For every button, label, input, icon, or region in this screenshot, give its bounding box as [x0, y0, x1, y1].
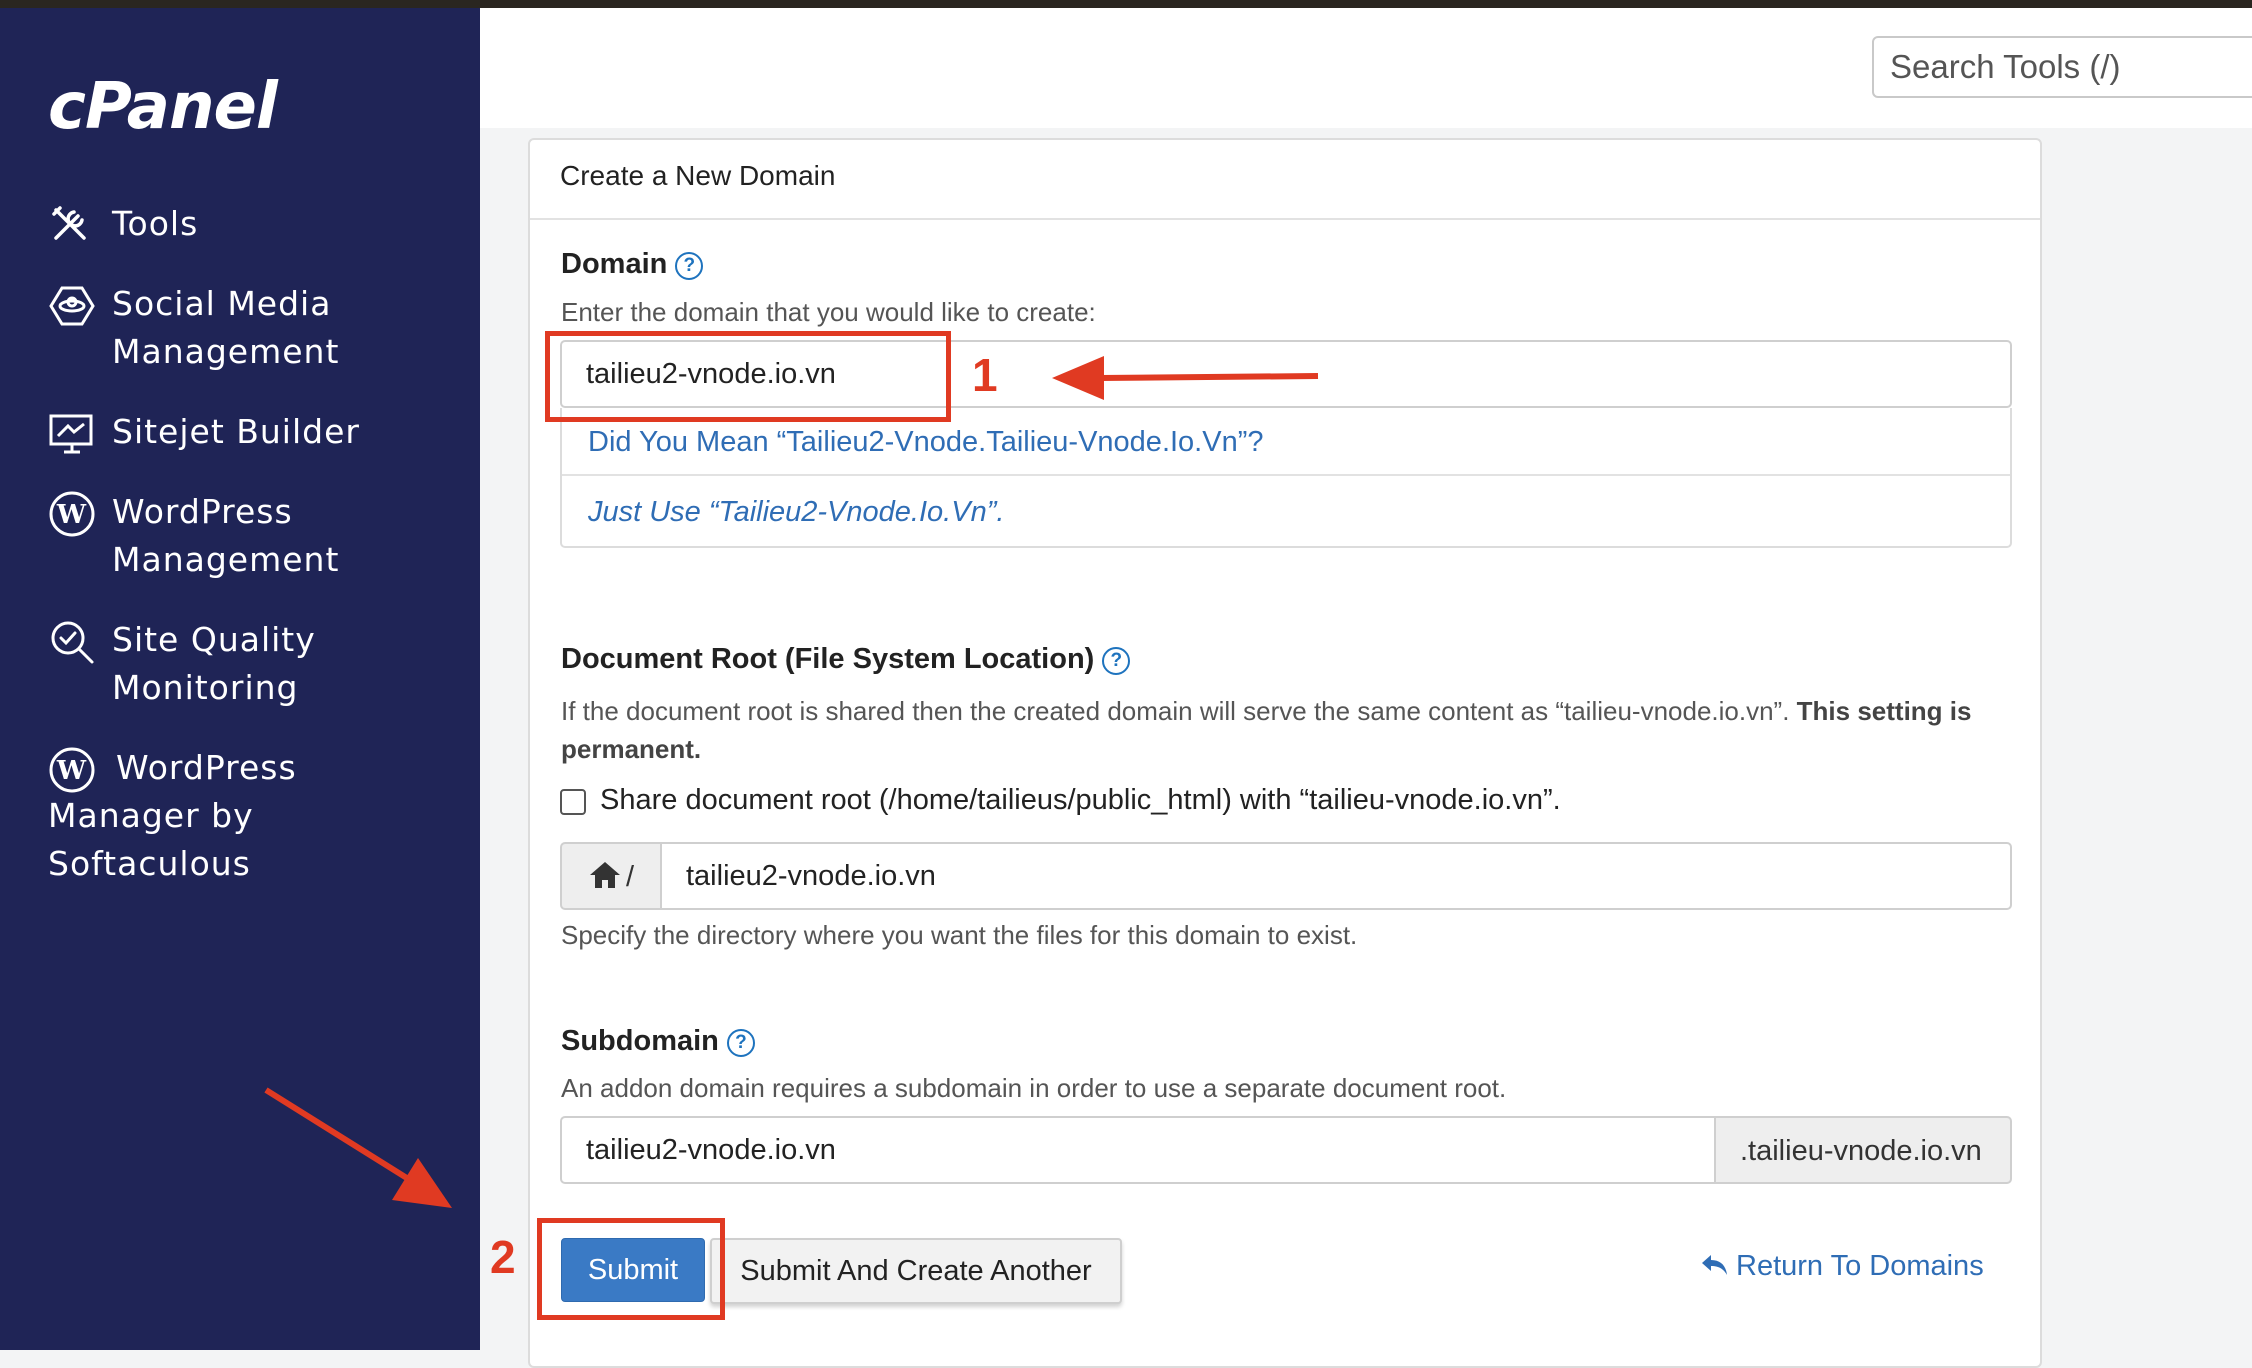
- sidebar-item-wordpress-management[interactable]: W WordPress Management: [48, 488, 468, 588]
- share-docroot-label: Share document root (/home/tailieus/publ…: [600, 784, 1561, 816]
- panel-title: Create a New Domain: [560, 160, 836, 191]
- docroot-description-text: If the document root is shared then the …: [561, 696, 1790, 726]
- suggestion-text: Did You Mean “Tailieu2-Vnode.Tailieu-Vno…: [588, 426, 1264, 458]
- sidebar-item-label: WordPress Management: [112, 492, 340, 579]
- social-media-icon: [48, 282, 96, 330]
- docroot-label-text: Document Root (File System Location): [561, 643, 1095, 675]
- sidebar-item-label: Social Media Management: [112, 284, 340, 371]
- subdomain-label-text: Subdomain: [561, 1025, 719, 1057]
- suggestion-text: Just Use “Tailieu2-Vnode.Io.Vn”.: [588, 496, 1005, 528]
- undo-arrow-icon: [1702, 1255, 1727, 1275]
- annotation-box-domain: [545, 331, 951, 422]
- sidebar-item-label: Tools: [112, 204, 199, 243]
- prefix-slash: /: [626, 861, 635, 893]
- domain-suggestions: Did You Mean “Tailieu2-Vnode.Tailieu-Vno…: [560, 408, 2012, 548]
- return-to-domains-link[interactable]: Return To Domains: [1700, 1250, 1984, 1283]
- sidebar-item-sitejet[interactable]: Sitejet Builder: [48, 408, 468, 464]
- annotation-number-2: 2: [490, 1231, 516, 1283]
- docroot-prefix: /: [560, 842, 662, 910]
- site-quality-icon: [48, 618, 96, 666]
- wordpress-icon: W: [48, 490, 96, 538]
- subdomain-suffix: .tailieu-vnode.io.vn: [1714, 1116, 2012, 1184]
- subdomain-input[interactable]: [560, 1116, 1716, 1184]
- docroot-label: Document Root (File System Location)?: [561, 643, 1131, 676]
- help-icon[interactable]: ?: [726, 1029, 755, 1057]
- annotation-box-submit: [537, 1218, 725, 1320]
- domain-description: Enter the domain that you would like to …: [561, 297, 1096, 327]
- domain-label-text: Domain: [561, 248, 668, 280]
- subdomain-description: An addon domain requires a subdomain in …: [561, 1073, 1507, 1103]
- sitejet-icon: [48, 410, 96, 458]
- sidebar-item-label: Site Quality Monitoring: [112, 620, 316, 707]
- help-icon[interactable]: ?: [675, 252, 704, 280]
- cpanel-logo: cPanel: [48, 70, 278, 144]
- submit-and-create-another-button[interactable]: Submit And Create Another: [710, 1238, 1122, 1304]
- sidebar-item-label: WordPress Manager by Softaculous: [48, 748, 297, 883]
- panel-header: Create a New Domain: [530, 140, 2040, 220]
- svg-text:W: W: [56, 500, 87, 530]
- window-top-edge: [0, 0, 2252, 8]
- docroot-hint: Specify the directory where you want the…: [561, 920, 1358, 950]
- subdomain-suffix-text: .tailieu-vnode.io.vn: [1740, 1135, 1982, 1167]
- docroot-description: If the document root is shared then the …: [561, 692, 1991, 768]
- sidebar: cPanel Tools Social Media Management Sit…: [0, 8, 480, 1350]
- help-icon[interactable]: ?: [1102, 647, 1131, 675]
- subdomain-label: Subdomain?: [561, 1025, 755, 1058]
- return-link-text: Return To Domains: [1736, 1250, 1984, 1282]
- sidebar-item-wordpress-softaculous[interactable]: W WordPress Manager by Softaculous: [48, 744, 468, 894]
- sidebar-item-site-quality[interactable]: Site Quality Monitoring: [48, 616, 468, 716]
- sidebar-item-tools[interactable]: Tools: [48, 200, 468, 256]
- share-docroot-checkbox[interactable]: [560, 789, 586, 815]
- tools-icon: [48, 202, 96, 250]
- search-tools-input[interactable]: [1872, 36, 2252, 98]
- domain-label: Domain?: [561, 248, 704, 281]
- sidebar-item-label: Sitejet Builder: [112, 412, 360, 451]
- docroot-input[interactable]: [660, 842, 2012, 910]
- home-icon: [588, 860, 622, 898]
- annotation-number-1: 1: [972, 349, 998, 401]
- suggestion-just-use[interactable]: Just Use “Tailieu2-Vnode.Io.Vn”.: [562, 478, 2010, 546]
- sidebar-item-social-media[interactable]: Social Media Management: [48, 280, 468, 380]
